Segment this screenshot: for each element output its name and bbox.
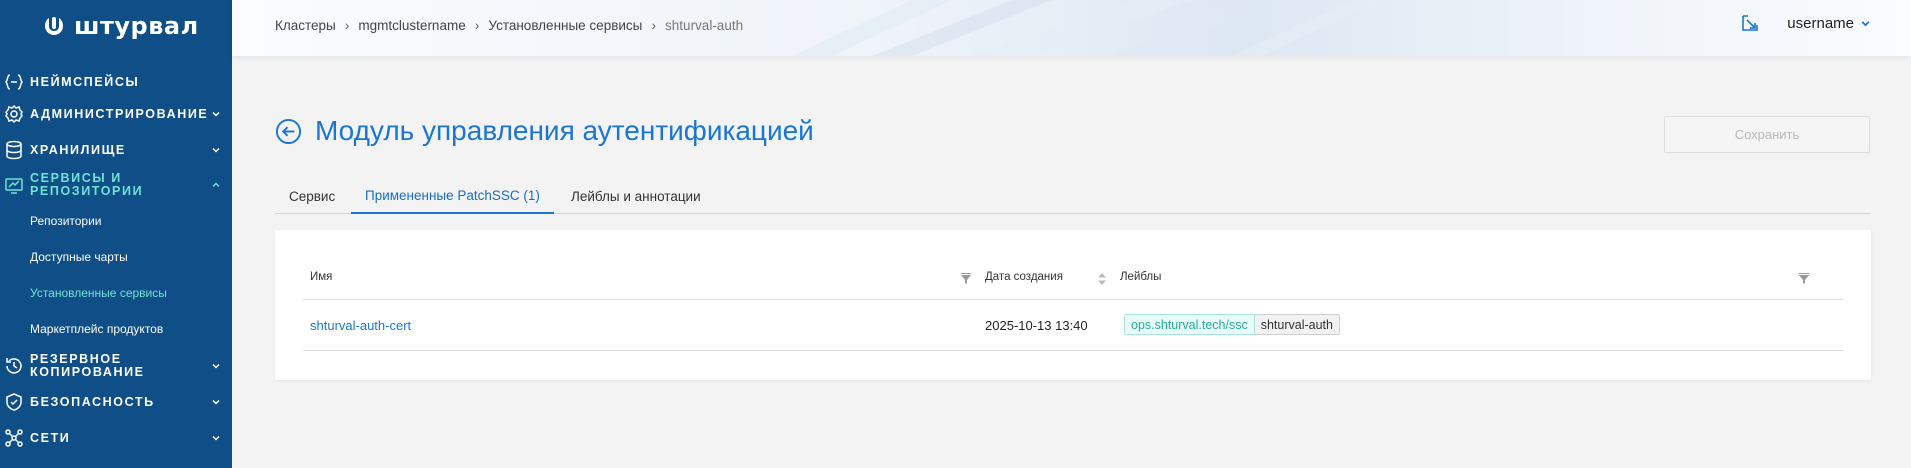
shield-icon bbox=[4, 392, 24, 412]
sidebar-item-label-line2: копирование bbox=[30, 365, 145, 379]
breadcrumb: Кластеры › mgmtclustername › Установленн… bbox=[275, 17, 743, 33]
column-header-name: Имя bbox=[310, 271, 333, 283]
save-button[interactable]: Сохранить bbox=[1664, 116, 1870, 153]
column-header-created[interactable]: Дата создания bbox=[985, 271, 1063, 283]
chevron-down-icon bbox=[1861, 20, 1870, 26]
sidebar-item-services[interactable]: Сервисы и репозитории bbox=[0, 170, 232, 200]
tab-service[interactable]: Сервис bbox=[275, 178, 349, 214]
sidebar-item-namespaces[interactable]: Неймспейсы bbox=[0, 70, 232, 94]
logo-text: штурвал bbox=[74, 12, 199, 40]
chevron-down-icon bbox=[212, 435, 220, 441]
network-icon bbox=[4, 428, 24, 448]
gear-icon bbox=[4, 104, 24, 124]
header: Кластеры › mgmtclustername › Установленн… bbox=[232, 0, 1911, 56]
column-header-labels: Лейблы bbox=[1120, 271, 1162, 283]
chevron-down-icon bbox=[212, 363, 220, 369]
braces-icon bbox=[4, 72, 24, 92]
label-key-tag: ops.shturval.tech/ssc bbox=[1124, 314, 1255, 335]
external-link-icon[interactable] bbox=[1741, 14, 1759, 32]
sidebar-item-storage[interactable]: Хранилище bbox=[0, 138, 232, 162]
breadcrumb-separator-icon: › bbox=[651, 17, 657, 33]
page-title-row: Модуль управления аутентификацией bbox=[275, 115, 814, 147]
sidebar-subitem-repositories[interactable]: Репозитории bbox=[30, 214, 102, 228]
label-value-tag: shturval-auth bbox=[1254, 314, 1340, 335]
sidebar-item-security[interactable]: Безопасность bbox=[0, 390, 232, 414]
sidebar-subitem-installed-services[interactable]: Установленные сервисы bbox=[30, 286, 167, 300]
sidebar-item-label-line1: Сервисы и bbox=[30, 171, 122, 185]
sidebar-item-label: Администрирование bbox=[30, 107, 209, 121]
sidebar: штурвал Неймспейсы Администрирование Хра… bbox=[0, 0, 232, 468]
backup-icon bbox=[4, 356, 24, 376]
page-title: Модуль управления аутентификацией bbox=[315, 115, 814, 146]
sidebar-item-label: Сети bbox=[30, 431, 71, 445]
sidebar-item-backup[interactable]: Резервное копирование bbox=[0, 351, 232, 381]
table-header: Имя Дата создания Лейблы bbox=[303, 260, 1843, 300]
sidebar-item-label: Безопасность bbox=[30, 395, 155, 409]
breadcrumb-current: shturval-auth bbox=[665, 17, 744, 33]
user-menu[interactable]: username bbox=[1787, 15, 1871, 32]
sidebar-item-administration[interactable]: Администрирование bbox=[0, 102, 232, 126]
breadcrumb-cluster[interactable]: mgmtclustername bbox=[358, 18, 465, 33]
database-icon bbox=[4, 140, 24, 160]
chevron-up-icon bbox=[212, 182, 220, 188]
username: username bbox=[1787, 14, 1854, 32]
sidebar-subitem-marketplace[interactable]: Маркетплейс продуктов bbox=[30, 322, 163, 336]
chevron-down-icon bbox=[212, 399, 220, 405]
breadcrumb-separator-icon: › bbox=[344, 17, 350, 33]
logo-icon bbox=[45, 17, 63, 35]
sort-icon[interactable] bbox=[1097, 273, 1107, 285]
services-icon bbox=[4, 175, 24, 195]
filter-icon[interactable] bbox=[1799, 273, 1809, 285]
table-row: shturval-auth-cert 2025-10-13 13:40 ops.… bbox=[303, 300, 1843, 351]
row-created: 2025-10-13 13:40 bbox=[985, 318, 1088, 333]
tab-patchssc[interactable]: Примененные PatchSSC (1) bbox=[351, 178, 554, 214]
tab-labels-annotations[interactable]: Лейблы и аннотации bbox=[557, 178, 715, 214]
chevron-down-icon bbox=[212, 147, 220, 153]
sidebar-item-label-line2: репозитории bbox=[30, 184, 144, 198]
sidebar-item-label: Хранилище bbox=[30, 143, 126, 157]
row-labels: ops.shturval.tech/ssc shturval-auth bbox=[1124, 314, 1340, 335]
chevron-down-icon bbox=[212, 111, 220, 117]
patchssc-table-card: Имя Дата создания Лейблы shturval-auth-c… bbox=[275, 230, 1871, 380]
tabs: Сервис Примененные PatchSSC (1) Лейблы и… bbox=[275, 178, 1871, 214]
breadcrumb-separator-icon: › bbox=[474, 17, 480, 33]
sidebar-item-networks[interactable]: Сети bbox=[0, 426, 232, 450]
logo[interactable]: штурвал bbox=[42, 12, 199, 40]
breadcrumb-clusters[interactable]: Кластеры bbox=[275, 18, 336, 33]
row-name-link[interactable]: shturval-auth-cert bbox=[310, 318, 411, 333]
sidebar-item-label: Неймспейсы bbox=[30, 75, 140, 89]
back-arrow-icon[interactable] bbox=[275, 118, 302, 145]
sidebar-item-label-line1: Резервное bbox=[30, 352, 122, 366]
breadcrumb-installed-services[interactable]: Установленные сервисы bbox=[488, 18, 642, 33]
filter-icon[interactable] bbox=[961, 273, 971, 285]
header-right: username bbox=[1741, 14, 1871, 32]
sidebar-subitem-charts[interactable]: Доступные чарты bbox=[30, 250, 128, 264]
